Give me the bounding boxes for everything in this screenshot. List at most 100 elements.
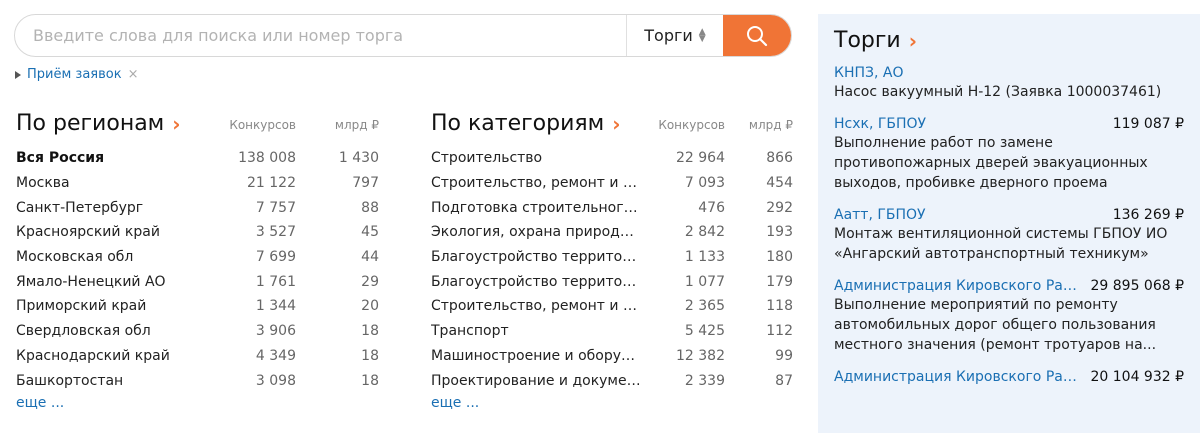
row-amount: 292 [766, 199, 793, 216]
categories-block: По категориям › Конкурсов млрд ₽ Строите… [431, 104, 793, 411]
tender-description[interactable]: Выполнение работ по замене противопожарн… [834, 133, 1184, 193]
tender-org-link[interactable]: КНПЗ, АО [834, 65, 903, 81]
column-header-count: Конкурсов [658, 118, 725, 132]
row-amount: 44 [361, 249, 379, 266]
row-name: Проектирование и документ... [431, 372, 643, 389]
tender-item[interactable]: Администрация Кировского Района... 20 10… [834, 369, 1184, 385]
column-header-amount: млрд ₽ [334, 118, 379, 132]
row-count: 3 098 [255, 372, 296, 389]
row-count: 1 761 [255, 273, 296, 290]
row-count: 4 349 [255, 347, 296, 364]
regions-more-link[interactable]: еще ... [16, 395, 379, 411]
row-amount: 18 [361, 323, 379, 340]
chevron-right-icon: › [908, 28, 917, 53]
table-row[interactable]: Московская обл 7 699 44 [16, 245, 379, 270]
tender-item[interactable]: КНПЗ, АО Насос вакуумный Н-12 (Заявка 10… [834, 65, 1184, 102]
table-row[interactable]: Машиностроение и оборудов... 12 382 99 [431, 344, 793, 369]
filter-chip-label: Приём заявок [27, 67, 122, 82]
tender-description[interactable]: Выполнение мероприятий по ремонту автомо… [834, 295, 1184, 355]
table-row[interactable]: Строительство, ремонт и рек... 7 093 454 [431, 171, 793, 196]
tender-item[interactable]: Аатт, ГБПОУ 136 269 ₽ Монтаж вентиляцион… [834, 207, 1184, 264]
table-row[interactable]: Транспорт 5 425 112 [431, 319, 793, 344]
row-amount: 180 [766, 249, 793, 266]
chevron-right-icon: › [172, 111, 181, 136]
row-count: 7 757 [255, 199, 296, 216]
categories-title[interactable]: По категориям › [431, 111, 620, 136]
search-scope-select[interactable]: Торги ▲ ▼ [626, 15, 723, 56]
sort-updown-icon: ▲ ▼ [698, 26, 706, 44]
close-icon[interactable]: × [128, 67, 139, 82]
table-row[interactable]: Ямало-Ненецкий АО 1 761 29 [16, 269, 379, 294]
regions-table: Вся Россия 138 008 1 430 Москва 21 122 7… [16, 146, 379, 393]
row-name: Краснодарский край [16, 347, 170, 364]
tender-item[interactable]: Администрация Кировского Района... 29 89… [834, 278, 1184, 355]
categories-title-text: По категориям [431, 111, 605, 136]
row-amount: 179 [766, 273, 793, 290]
categories-more-link[interactable]: еще ... [431, 395, 793, 411]
row-name: Приморский край [16, 298, 147, 315]
tender-description[interactable]: Монтаж вентиляционной системы ГБПОУ ИО «… [834, 224, 1184, 264]
row-count: 12 382 [676, 347, 725, 364]
row-amount: 87 [775, 372, 793, 389]
row-name: Благоустройство территорий [431, 273, 643, 290]
row-amount: 866 [766, 150, 793, 167]
table-row[interactable]: Экология, охрана природы, у... 2 842 193 [431, 220, 793, 245]
categories-table: Строительство 22 964 866 Строительство, … [431, 146, 793, 393]
regions-title[interactable]: По регионам › [16, 111, 181, 136]
table-row[interactable]: Благоустройство территорий 1 077 179 [431, 269, 793, 294]
table-row[interactable]: Вся Россия 138 008 1 430 [16, 146, 379, 171]
table-row[interactable]: Москва 21 122 797 [16, 171, 379, 196]
filter-chip[interactable]: Приём заявок × [15, 67, 139, 82]
table-row[interactable]: Проектирование и документ... 2 339 87 [431, 368, 793, 393]
row-name: Вся Россия [16, 150, 105, 167]
row-amount: 29 [361, 273, 379, 290]
row-amount: 454 [766, 175, 793, 192]
table-row[interactable]: Строительство, ремонт и обс... 2 365 118 [431, 294, 793, 319]
tender-org-link[interactable]: Аатт, ГБПОУ [834, 207, 926, 223]
tenders-title[interactable]: Торги › [834, 28, 1184, 53]
search-button[interactable] [723, 15, 791, 56]
row-name: Строительство [431, 150, 543, 167]
row-count: 7 093 [684, 175, 725, 192]
row-count: 138 008 [238, 150, 296, 167]
table-row[interactable]: Башкортостан 3 098 18 [16, 368, 379, 393]
row-amount: 118 [766, 298, 793, 315]
row-name: Москва [16, 175, 70, 192]
table-row[interactable]: Подготовка строительного уч... 476 292 [431, 195, 793, 220]
tender-price: 136 269 ₽ [1112, 207, 1184, 223]
table-row[interactable]: Благоустройство территорий ... 1 133 180 [431, 245, 793, 270]
row-name: Ямало-Ненецкий АО [16, 273, 166, 290]
table-row[interactable]: Свердловская обл 3 906 18 [16, 319, 379, 344]
search-input[interactable] [15, 15, 626, 56]
row-count: 1 077 [684, 273, 725, 290]
row-count: 2 365 [684, 298, 725, 315]
row-count: 3 527 [255, 224, 296, 241]
triangle-right-icon [15, 70, 21, 79]
tender-price: 20 104 932 ₽ [1090, 369, 1184, 385]
row-count: 2 842 [684, 224, 725, 241]
table-row[interactable]: Красноярский край 3 527 45 [16, 220, 379, 245]
search-bar: Торги ▲▼ [14, 14, 792, 57]
tender-org-link[interactable]: Администрация Кировского Района... [834, 369, 1082, 385]
tender-org-link[interactable]: Администрация Кировского Района... [834, 278, 1082, 294]
table-row[interactable]: Санкт-Петербург 7 757 88 [16, 195, 379, 220]
row-count: 1 344 [255, 298, 296, 315]
table-row[interactable]: Приморский край 1 344 20 [16, 294, 379, 319]
row-amount: 797 [352, 175, 379, 192]
tender-org-link[interactable]: Нсхк, ГБПОУ [834, 116, 926, 132]
row-name: Машиностроение и оборудов... [431, 347, 643, 364]
row-name: Красноярский край [16, 224, 160, 241]
row-name: Башкортостан [16, 372, 124, 389]
tenders-title-text: Торги [834, 28, 901, 53]
row-amount: 1 430 [338, 150, 379, 167]
row-name: Транспорт [431, 323, 509, 340]
regions-title-text: По регионам [16, 111, 165, 136]
chevron-right-icon: › [612, 111, 621, 136]
tender-item[interactable]: Нсхк, ГБПОУ 119 087 ₽ Выполнение работ п… [834, 116, 1184, 193]
tender-description[interactable]: Насос вакуумный Н-12 (Заявка 1000037461) [834, 82, 1184, 102]
column-header-amount: млрд ₽ [748, 118, 793, 132]
table-row[interactable]: Строительство 22 964 866 [431, 146, 793, 171]
row-name: Московская обл [16, 249, 134, 266]
table-row[interactable]: Краснодарский край 4 349 18 [16, 344, 379, 369]
row-amount: 20 [361, 298, 379, 315]
